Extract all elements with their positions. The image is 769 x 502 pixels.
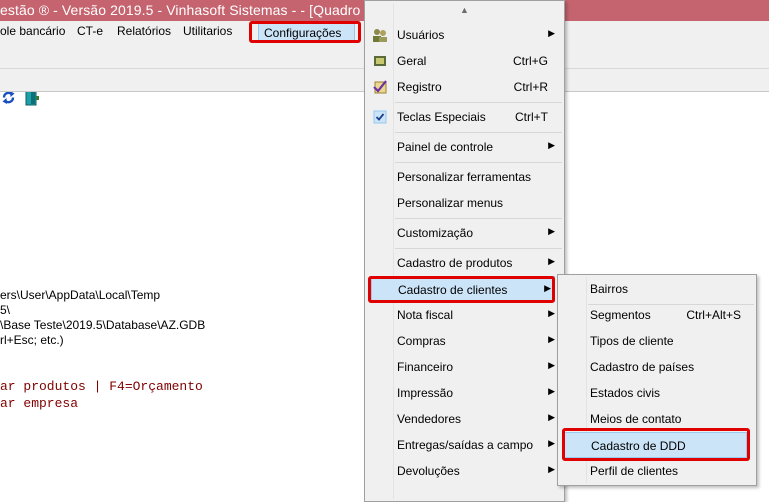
- window-title: estão ® - Versão 2019.5 - Vinhasoft Sist…: [0, 2, 361, 18]
- menu-item-label: Cadastro de produtos: [397, 256, 513, 270]
- menu-item-personalizar-menus[interactable]: Personalizar menus: [365, 190, 564, 216]
- menu-item-compras[interactable]: Compras ▶: [365, 328, 564, 354]
- hotkey-hints: ar produtos | F4=Orçamento ar empresa: [0, 378, 203, 412]
- menu-item-label: Registro: [397, 80, 442, 94]
- submenu-item-label: Estados civis: [590, 386, 661, 400]
- submenu-arrow-icon: ▶: [548, 140, 555, 150]
- menu-item-shortcut: Ctrl+G: [512, 54, 548, 68]
- refresh-icon[interactable]: [1, 90, 16, 105]
- menu-item-label: Customização: [397, 226, 474, 240]
- submenu-item-perfil-de-clientes[interactable]: Perfil de clientes: [558, 458, 756, 484]
- submenu-arrow-icon: ▶: [548, 308, 555, 318]
- submenu-item-estados-civis[interactable]: Estados civis: [558, 380, 756, 406]
- submenu-item-tipos-de-cliente[interactable]: Tipos de cliente: [558, 328, 756, 354]
- menu-separator: [395, 218, 562, 219]
- menu-item-label: Personalizar ferramentas: [397, 170, 532, 184]
- menu-item-label: Usuários: [397, 28, 445, 42]
- menu-item-registro[interactable]: Registro Ctrl+R: [365, 74, 564, 100]
- menu-item-label: Devoluções: [397, 464, 460, 478]
- submenu-item-meios-de-contato[interactable]: Meios de contato: [558, 406, 756, 432]
- menu-item-cadastro-de-produtos[interactable]: Cadastro de produtos ▶: [365, 250, 564, 276]
- hotkey-line: ar empresa: [0, 396, 79, 411]
- menu-item-cadastro-de-clientes[interactable]: Cadastro de clientes ▶: [371, 276, 555, 302]
- menu-item-shortcut: Ctrl+T: [515, 110, 548, 124]
- menu-controle-bancario[interactable]: ole bancário: [0, 24, 65, 38]
- menu-item-label: Teclas Especiais: [397, 110, 486, 124]
- menu-configuracoes[interactable]: Configurações: [258, 23, 355, 43]
- submenu-arrow-icon: ▶: [548, 226, 555, 236]
- exit-door-icon[interactable]: [25, 90, 40, 106]
- submenu-arrow-icon: ▶: [548, 464, 555, 474]
- submenu-item-segmentos[interactable]: Segmentos Ctrl+Alt+S: [558, 302, 756, 328]
- menu-utilitarios[interactable]: Utilitarios: [183, 24, 232, 38]
- submenu-arrow-icon: ▶: [548, 438, 555, 448]
- submenu-item-bairros[interactable]: Bairros: [558, 276, 756, 302]
- menu-item-label: Vendedores: [397, 412, 462, 426]
- hotkey-line: ar produtos | F4=Orçamento: [0, 379, 203, 394]
- configuracoes-menu: ▲ Usuários ▶ Geral Ctrl+G Registro Ctrl+…: [364, 0, 565, 502]
- menu-item-impressao[interactable]: Impressão ▶: [365, 380, 564, 406]
- menu-relatorios[interactable]: Relatórios: [117, 24, 171, 38]
- menu-item-label: Personalizar menus: [397, 196, 504, 210]
- info-line: rl+Esc; etc.): [0, 333, 64, 347]
- system-info: ers\User\AppData\Local\Temp 5\ \Base Teste…: [0, 288, 205, 348]
- submenu-item-label: Tipos de cliente: [590, 334, 674, 348]
- menu-item-customizacao[interactable]: Customização ▶: [365, 220, 564, 246]
- cadastro-de-clientes-submenu: Bairros Segmentos Ctrl+Alt+S Tipos de cl…: [557, 274, 757, 486]
- menu-separator: [395, 102, 562, 103]
- menu-item-label: Financeiro: [397, 360, 454, 374]
- info-line: \Base Teste\2019.5\Database\AZ.GDB: [0, 318, 206, 332]
- submenu-item-label: Bairros: [590, 282, 629, 296]
- submenu-arrow-icon: ▶: [548, 360, 555, 370]
- info-line: ers\User\AppData\Local\Temp: [0, 288, 161, 302]
- submenu-arrow-icon: ▶: [548, 28, 555, 38]
- submenu-arrow-icon: ▶: [544, 283, 551, 293]
- info-line: 5\: [0, 303, 11, 317]
- submenu-arrow-icon: ▶: [548, 412, 555, 422]
- menu-item-devolucoes[interactable]: Devoluções ▶: [365, 458, 564, 484]
- menu-separator: [395, 132, 562, 133]
- submenu-item-label: Perfil de clientes: [590, 464, 679, 478]
- menu-item-painel-de-controle[interactable]: Painel de controle ▶: [365, 134, 564, 160]
- menu-item-vendedores[interactable]: Vendedores ▶: [365, 406, 564, 432]
- submenu-item-label: Cadastro de DDD: [591, 439, 686, 453]
- submenu-item-label: Cadastro de países: [590, 360, 695, 374]
- checkmark-icon: [373, 110, 387, 124]
- submenu-item-cadastro-de-ddd[interactable]: Cadastro de DDD: [564, 432, 747, 458]
- menu-item-label: Compras: [397, 334, 446, 348]
- menu-item-personalizar-ferramentas[interactable]: Personalizar ferramentas: [365, 164, 564, 190]
- menu-item-geral[interactable]: Geral Ctrl+G: [365, 48, 564, 74]
- menu-item-usuarios[interactable]: Usuários ▶: [365, 22, 564, 48]
- settings-icon: [374, 56, 386, 66]
- menu-item-shortcut: Ctrl+R: [513, 80, 548, 94]
- menu-cte[interactable]: CT-e: [77, 24, 103, 38]
- menu-separator: [395, 162, 562, 163]
- menu-item-label: Painel de controle: [397, 140, 494, 154]
- menu-item-label: Nota fiscal: [397, 308, 454, 322]
- submenu-item-shortcut: Ctrl+Alt+S: [686, 308, 741, 322]
- menu-item-label: Geral: [397, 54, 427, 68]
- submenu-item-label: Segmentos: [590, 308, 651, 322]
- menu-item-entregas-saidas-a-campo[interactable]: Entregas/saídas a campo ▶: [365, 432, 564, 458]
- menu-separator: [395, 248, 562, 249]
- menu-item-label: Impressão: [397, 386, 454, 400]
- submenu-arrow-icon: ▶: [548, 256, 555, 266]
- users-icon: [373, 29, 387, 42]
- submenu-item-label: Meios de contato: [590, 412, 682, 426]
- menu-item-nota-fiscal[interactable]: Nota fiscal ▶: [365, 302, 564, 328]
- menu-item-teclas-especiais[interactable]: Teclas Especiais Ctrl+T: [365, 104, 564, 130]
- menu-item-label: Cadastro de clientes: [398, 283, 508, 297]
- menu-configuracoes-label: Configurações: [264, 26, 342, 40]
- submenu-item-cadastro-de-paises[interactable]: Cadastro de países: [558, 354, 756, 380]
- menu-item-label: Entregas/saídas a campo: [397, 438, 534, 452]
- menu-item-financeiro[interactable]: Financeiro ▶: [365, 354, 564, 380]
- submenu-arrow-icon: ▶: [548, 334, 555, 344]
- submenu-arrow-icon: ▶: [548, 386, 555, 396]
- scroll-up-arrow-icon[interactable]: ▲: [365, 5, 564, 19]
- registration-icon: [373, 80, 387, 94]
